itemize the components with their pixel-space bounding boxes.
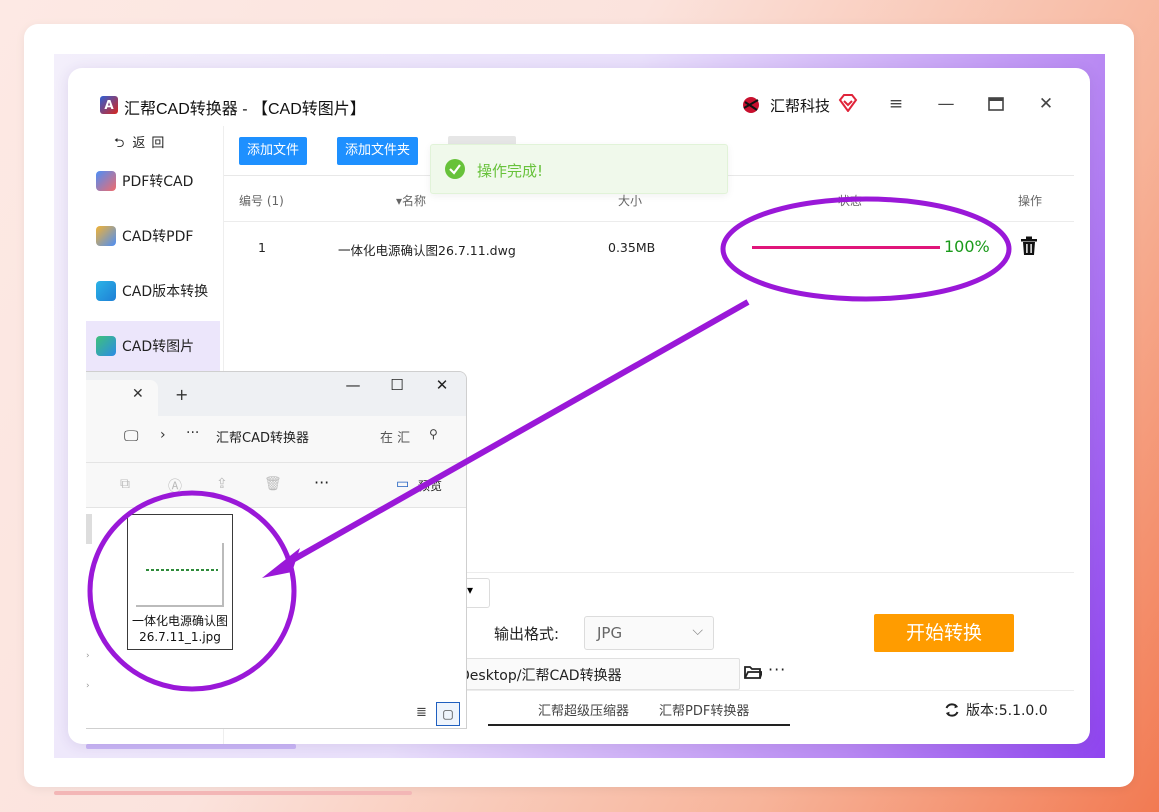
explorer-maximize-button[interactable]: ☐ bbox=[382, 376, 412, 394]
brand-name: 汇帮科技 bbox=[770, 97, 831, 115]
app-logo-icon: A bbox=[100, 96, 118, 114]
row-file-name: 一体化电源确认图26.7.11.dwg bbox=[338, 243, 516, 258]
menu-icon[interactable]: ≡ bbox=[882, 90, 910, 118]
app-title: 汇帮CAD转换器 - 【CAD转图片】 bbox=[124, 101, 366, 118]
search-icon: ⚲ bbox=[429, 427, 438, 441]
delete-icon[interactable]: 🗑 bbox=[264, 476, 282, 492]
explorer-minimize-button[interactable]: — bbox=[338, 376, 368, 394]
command-more-icon[interactable]: ··· bbox=[314, 473, 329, 492]
add-folder-button[interactable]: 添加文件夹 bbox=[337, 137, 419, 165]
sidebar-item-cad-to-pdf[interactable]: CAD转PDF bbox=[86, 211, 220, 261]
output-path-text: Desktop/汇帮CAD转换器 bbox=[459, 668, 622, 684]
folder-open-icon[interactable] bbox=[744, 664, 762, 680]
nav-pane-scroll[interactable] bbox=[86, 514, 92, 544]
cad-to-image-icon bbox=[96, 336, 116, 356]
maximize-button[interactable] bbox=[982, 90, 1010, 118]
new-tab-icon[interactable]: + bbox=[175, 385, 188, 404]
list-view-icon[interactable]: ≣ bbox=[416, 705, 427, 720]
progress-percent: 100% bbox=[944, 237, 990, 256]
explorer-close-button[interactable]: ✕ bbox=[427, 376, 457, 394]
pdf-to-cad-icon bbox=[96, 171, 116, 191]
row-index: 1 bbox=[258, 240, 266, 255]
brand-logo-icon bbox=[743, 97, 759, 113]
explorer-status-bar: ≣ ▢ bbox=[86, 700, 466, 728]
explorer-command-bar: ⧉ Ⓐ ⇪ 🗑 ··· ▭ 预览 bbox=[86, 463, 466, 508]
decor-strip bbox=[86, 744, 296, 749]
file-name-label: 一体化电源确认图26.7.11_1.jpg bbox=[131, 614, 228, 644]
version-text: 版本:5.1.0.0 bbox=[966, 703, 1048, 719]
nav-expand-icon[interactable]: › bbox=[86, 681, 90, 691]
toast-message: 操作完成! bbox=[477, 162, 544, 180]
output-format-label: 输出格式: bbox=[494, 625, 560, 643]
trash-icon[interactable] bbox=[1020, 236, 1038, 256]
rename-icon[interactable]: Ⓐ bbox=[168, 476, 182, 496]
preview-line bbox=[146, 569, 218, 571]
image-preview bbox=[136, 543, 224, 607]
nav-expand-icon[interactable]: › bbox=[86, 651, 90, 661]
row-file-size: 0.35MB bbox=[608, 240, 656, 255]
minimize-button[interactable]: — bbox=[932, 90, 960, 118]
file-explorer-window: ✕ + — ☐ ✕ 🖵 › ··· 汇帮CAD转换器 在 汇 ⚲ ⧉ Ⓐ ⇪ 🗑… bbox=[86, 371, 467, 729]
title-bar: A 汇帮CAD转换器 - 【CAD转图片】 汇帮科技 ≡ — ✕ bbox=[68, 68, 1090, 126]
column-header-index: 编号 (1) bbox=[239, 194, 284, 208]
explorer-tab[interactable] bbox=[86, 380, 158, 416]
computer-icon[interactable]: 🖵 bbox=[124, 427, 138, 445]
divider bbox=[488, 724, 790, 726]
success-toast: 操作完成! bbox=[430, 144, 728, 194]
sidebar-item-pdf-to-cad[interactable]: PDF转CAD bbox=[86, 156, 220, 206]
caret-down-icon: ▾ bbox=[467, 583, 474, 597]
column-header-name[interactable]: ▾名称 bbox=[396, 192, 426, 209]
explorer-tab-bar: ✕ + — ☐ ✕ bbox=[86, 372, 466, 416]
tiles-view-icon[interactable]: ▢ bbox=[436, 702, 460, 726]
back-icon: ⮌ bbox=[114, 136, 125, 151]
close-button[interactable]: ✕ bbox=[1032, 90, 1060, 118]
progress-bar bbox=[752, 246, 940, 249]
check-circle-icon bbox=[445, 159, 465, 179]
sidebar-item-cad-version[interactable]: CAD版本转换 bbox=[86, 266, 220, 316]
copy-icon[interactable]: ⧉ bbox=[120, 476, 130, 492]
back-button[interactable]: ⮌ 返回 bbox=[114, 132, 170, 156]
sidebar-item-cad-to-image[interactable]: CAD转图片 bbox=[86, 321, 220, 371]
decor-strip-pink bbox=[54, 791, 412, 795]
start-convert-button[interactable]: 开始转换 bbox=[874, 614, 1014, 652]
footer-link-pdf-converter[interactable]: 汇帮PDF转换器 bbox=[659, 700, 749, 719]
chevron-down-icon: ⌵ bbox=[692, 623, 703, 639]
preview-button[interactable]: 预览 bbox=[418, 477, 442, 494]
chevron-right-icon: › bbox=[160, 427, 166, 443]
vip-diamond-icon[interactable] bbox=[838, 94, 858, 112]
output-path-input[interactable]: Desktop/汇帮CAD转换器 bbox=[458, 658, 740, 690]
preview-pane-icon: ▭ bbox=[396, 476, 410, 492]
breadcrumb[interactable]: 汇帮CAD转换器 bbox=[216, 427, 309, 446]
footer-link-compressor[interactable]: 汇帮超级压缩器 bbox=[538, 700, 629, 719]
cad-to-pdf-icon bbox=[96, 226, 116, 246]
add-file-button[interactable]: 添加文件 bbox=[239, 137, 308, 165]
progress-bar-fill bbox=[752, 246, 940, 249]
more-options-button[interactable]: ··· bbox=[768, 660, 786, 679]
column-header-action: 操作 bbox=[1018, 194, 1043, 208]
refresh-icon[interactable] bbox=[944, 702, 960, 718]
close-tab-icon[interactable]: ✕ bbox=[132, 386, 144, 402]
breadcrumb-more-icon[interactable]: ··· bbox=[186, 425, 199, 441]
cad-version-icon bbox=[96, 281, 116, 301]
output-format-value: JPG bbox=[597, 624, 623, 642]
explorer-search-input[interactable]: 在 汇 bbox=[380, 427, 410, 446]
column-header-size: 大小 bbox=[618, 194, 643, 208]
share-icon[interactable]: ⇪ bbox=[216, 476, 228, 492]
output-format-select[interactable]: JPG ⌵ bbox=[584, 616, 714, 650]
divider bbox=[224, 221, 1074, 222]
column-header-status: 状态 bbox=[838, 194, 863, 208]
